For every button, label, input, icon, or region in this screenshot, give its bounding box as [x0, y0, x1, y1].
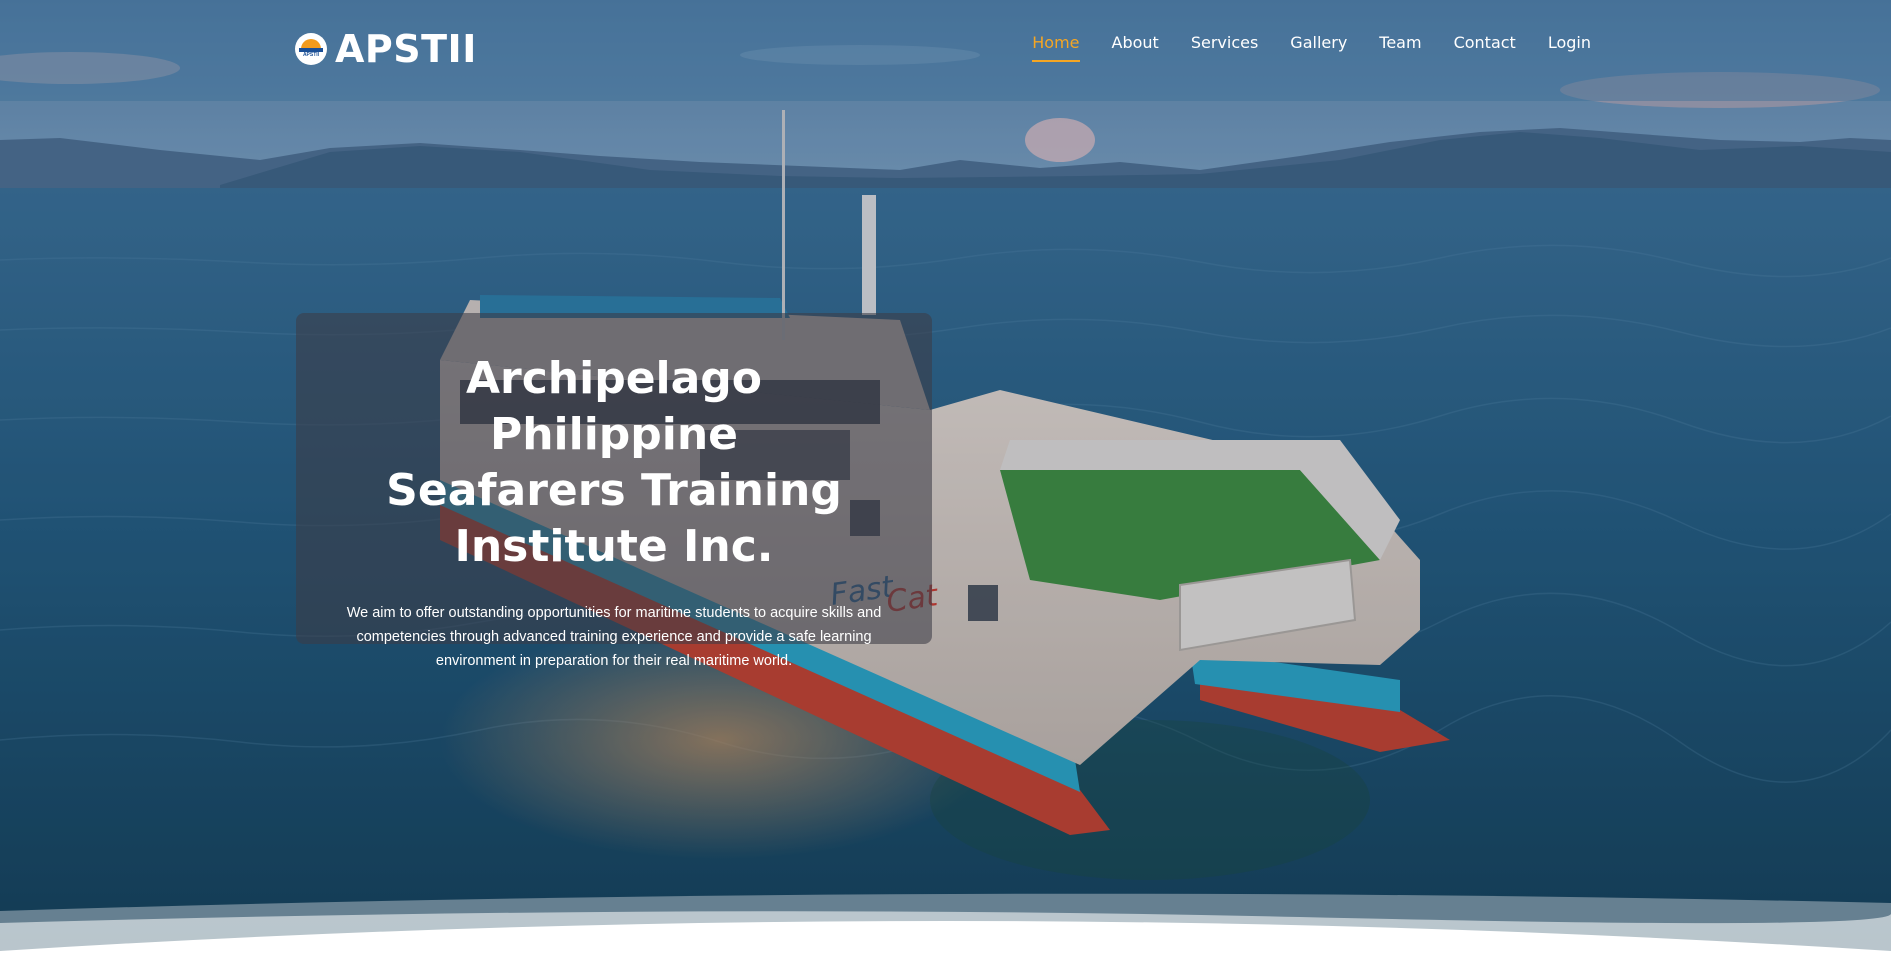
nav-item-team[interactable]: Team: [1379, 30, 1421, 56]
nav-item-contact[interactable]: Contact: [1454, 30, 1516, 56]
nav-item-about[interactable]: About: [1112, 30, 1159, 56]
hero-description: We aim to offer outstanding opportunitie…: [346, 605, 882, 669]
nav-item-gallery[interactable]: Gallery: [1290, 30, 1347, 56]
hero-title: Archipelago Philippine Seafarers Trainin…: [386, 353, 842, 572]
nav-item-home[interactable]: Home: [1032, 30, 1080, 62]
brand-logo-link[interactable]: APSTII APSTII: [295, 26, 477, 72]
bottom-wave-divider: [0, 893, 1891, 961]
hero-card: Archipelago Philippine Seafarers Trainin…: [296, 313, 932, 669]
site-header: APSTII APSTII Home About Services Galler…: [0, 0, 1891, 101]
main-nav: Home About Services Gallery Team Contact…: [1032, 30, 1591, 62]
page: Fast Cat APSTII APSTII Home About Servic…: [0, 0, 1891, 961]
brand-name: APSTII: [335, 27, 477, 71]
hero-overlay: [0, 0, 1891, 961]
apstii-logo-icon: APSTII: [295, 33, 327, 65]
nav-item-services[interactable]: Services: [1191, 30, 1258, 56]
nav-item-login[interactable]: Login: [1548, 30, 1591, 56]
